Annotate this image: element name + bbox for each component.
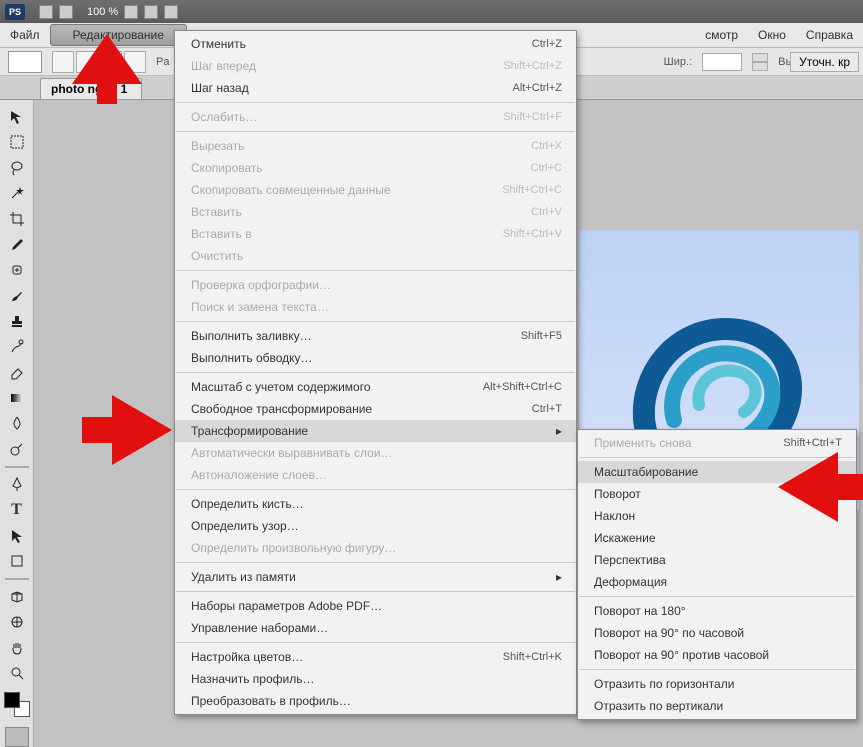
layout-button-5[interactable] bbox=[164, 5, 178, 19]
layout-button-4[interactable] bbox=[144, 5, 158, 19]
menu-define-brush[interactable]: Определить кисть… bbox=[175, 493, 576, 515]
menu-color-settings[interactable]: Настройка цветов…Shift+Ctrl+K bbox=[175, 646, 576, 668]
menu-window[interactable]: Окно bbox=[748, 24, 796, 46]
submenu-perspective[interactable]: Перспектива bbox=[578, 549, 856, 571]
hand-tool-icon[interactable] bbox=[5, 637, 29, 659]
menu-paste-into: Вставить вShift+Ctrl+V bbox=[175, 223, 576, 245]
dodge-tool-icon[interactable] bbox=[5, 438, 29, 460]
eyedropper-tool-icon[interactable] bbox=[5, 234, 29, 256]
crop-tool-icon[interactable] bbox=[5, 208, 29, 230]
menu-convert-profile[interactable]: Преобразовать в профиль… bbox=[175, 690, 576, 712]
path-select-tool-icon[interactable] bbox=[5, 525, 29, 547]
toolbox-separator bbox=[5, 466, 29, 468]
menu-assign-profile[interactable]: Назначить профиль… bbox=[175, 668, 576, 690]
gradient-tool-icon[interactable] bbox=[5, 387, 29, 409]
menu-auto-align: Автоматически выравнивать слои… bbox=[175, 442, 576, 464]
blur-tool-icon[interactable] bbox=[5, 413, 29, 435]
submenu-flip-h[interactable]: Отразить по горизонтали bbox=[578, 673, 856, 695]
selection-mode-new-icon[interactable] bbox=[52, 51, 74, 73]
zoom-tool-icon[interactable] bbox=[5, 662, 29, 684]
swap-wh-icon[interactable] bbox=[752, 53, 768, 71]
width-label: Шир.: bbox=[664, 56, 692, 68]
menu-purge[interactable]: Удалить из памяти bbox=[175, 566, 576, 588]
submenu-flip-v[interactable]: Отразить по вертикали bbox=[578, 695, 856, 717]
layout-button-2[interactable] bbox=[59, 5, 73, 19]
menu-step-back[interactable]: Шаг назадAlt+Ctrl+Z bbox=[175, 77, 576, 99]
app-badge-icon: PS bbox=[5, 4, 25, 20]
wand-tool-icon[interactable] bbox=[5, 183, 29, 205]
menu-file[interactable]: Файл bbox=[0, 24, 50, 46]
menu-preset-manager[interactable]: Управление наборами… bbox=[175, 617, 576, 639]
current-tool-preview[interactable] bbox=[8, 51, 42, 73]
submenu-again: Применить сноваShift+Ctrl+T bbox=[578, 432, 856, 454]
submenu-warp[interactable]: Деформация bbox=[578, 571, 856, 593]
move-tool-icon[interactable] bbox=[5, 106, 29, 128]
menu-spellcheck: Проверка орфографии… bbox=[175, 274, 576, 296]
menu-undo[interactable]: ОтменитьCtrl+Z bbox=[175, 33, 576, 55]
edit-menu-dropdown: ОтменитьCtrl+Z Шаг впередShift+Ctrl+Z Ша… bbox=[174, 30, 577, 715]
menu-stroke[interactable]: Выполнить обводку… bbox=[175, 347, 576, 369]
menu-cut: ВырезатьCtrl+X bbox=[175, 135, 576, 157]
titlebar-controls: 100 % bbox=[39, 5, 178, 19]
type-tool-icon[interactable]: T bbox=[5, 499, 29, 521]
annotation-arrow-icon bbox=[82, 395, 172, 465]
menu-fill[interactable]: Выполнить заливку…Shift+F5 bbox=[175, 325, 576, 347]
history-brush-tool-icon[interactable] bbox=[5, 336, 29, 358]
menu-pdf-presets[interactable]: Наборы параметров Adobe PDF… bbox=[175, 595, 576, 617]
heal-tool-icon[interactable] bbox=[5, 259, 29, 281]
marquee-tool-icon[interactable] bbox=[5, 132, 29, 154]
submenu-rotate-180[interactable]: Поворот на 180° bbox=[578, 600, 856, 622]
refine-edge-button[interactable]: Уточн. кр bbox=[790, 52, 859, 72]
menu-copy: СкопироватьCtrl+C bbox=[175, 157, 576, 179]
menu-paste: ВставитьCtrl+V bbox=[175, 201, 576, 223]
window-titlebar: PS 100 % bbox=[0, 0, 863, 23]
menu-content-aware-scale[interactable]: Масштаб с учетом содержимогоAlt+Shift+Ct… bbox=[175, 376, 576, 398]
menu-find-replace: Поиск и замена текста… bbox=[175, 296, 576, 318]
lasso-tool-icon[interactable] bbox=[5, 157, 29, 179]
pen-tool-icon[interactable] bbox=[5, 474, 29, 496]
menu-clear: Очистить bbox=[175, 245, 576, 267]
brush-tool-icon[interactable] bbox=[5, 285, 29, 307]
layout-button-3[interactable] bbox=[124, 5, 138, 19]
submenu-rotate-90-cw[interactable]: Поворот на 90° по часовой bbox=[578, 622, 856, 644]
zoom-indicator: 100 % bbox=[87, 6, 118, 18]
menu-step-forward: Шаг впередShift+Ctrl+Z bbox=[175, 55, 576, 77]
submenu-rotate-90-ccw[interactable]: Поворот на 90° против часовой bbox=[578, 644, 856, 666]
layout-button-1[interactable] bbox=[39, 5, 53, 19]
submenu-distort[interactable]: Искажение bbox=[578, 527, 856, 549]
menu-view[interactable]: смотр bbox=[695, 24, 748, 46]
toolbox-separator-2 bbox=[5, 578, 29, 580]
menu-fade: Ослабить…Shift+Ctrl+F bbox=[175, 106, 576, 128]
annotation-arrow-icon bbox=[778, 452, 863, 522]
annotation-arrow-icon bbox=[72, 34, 142, 104]
color-swatches[interactable] bbox=[4, 692, 30, 717]
menu-transform[interactable]: Трансформирование bbox=[175, 420, 576, 442]
feather-label-fragment: Pa bbox=[156, 56, 169, 68]
toolbox: T bbox=[0, 100, 34, 747]
3d-tool-icon[interactable] bbox=[5, 586, 29, 608]
menu-copy-merged: Скопировать совмещенные данныеShift+Ctrl… bbox=[175, 179, 576, 201]
3d-camera-tool-icon[interactable] bbox=[5, 611, 29, 633]
menu-define-shape: Определить произвольную фигуру… bbox=[175, 537, 576, 559]
menu-free-transform[interactable]: Свободное трансформированиеCtrl+T bbox=[175, 398, 576, 420]
quickmask-toggle-icon[interactable] bbox=[5, 727, 29, 747]
menu-help[interactable]: Справка bbox=[796, 24, 863, 46]
stamp-tool-icon[interactable] bbox=[5, 310, 29, 332]
width-input[interactable] bbox=[702, 53, 742, 71]
eraser-tool-icon[interactable] bbox=[5, 361, 29, 383]
foreground-color-swatch[interactable] bbox=[4, 692, 20, 708]
menu-define-pattern[interactable]: Определить узор… bbox=[175, 515, 576, 537]
menu-auto-blend: Автоналожение слоев… bbox=[175, 464, 576, 486]
shape-tool-icon[interactable] bbox=[5, 550, 29, 572]
